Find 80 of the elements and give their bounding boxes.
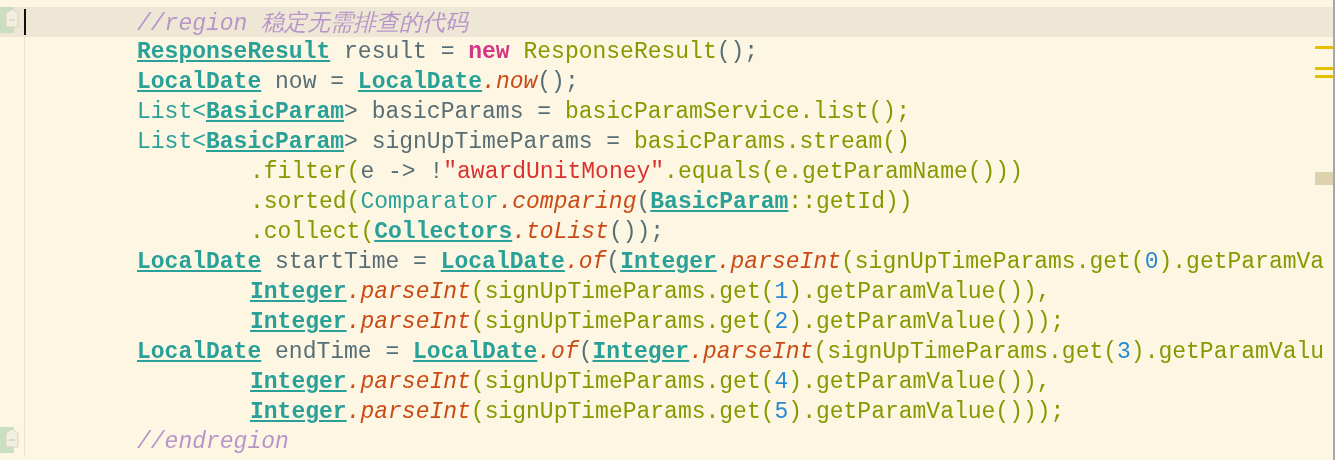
code-text: result =	[343, 39, 456, 65]
code-text: ::getId))	[788, 189, 913, 215]
fold-icon[interactable]	[0, 427, 20, 453]
type-name: LocalDate	[413, 339, 538, 365]
code-text: (signUpTimeParams.get(	[470, 399, 775, 425]
code-text: (	[636, 189, 651, 215]
code-text: .collect(	[250, 219, 375, 245]
warning-marker[interactable]	[1315, 46, 1333, 49]
code-text: ).getParamValu	[1130, 339, 1325, 365]
class-name: Comparator	[360, 189, 499, 215]
number-literal: 0	[1144, 249, 1159, 275]
type-name: Integer	[250, 369, 347, 395]
string-literal: "awardUnitMoney"	[443, 159, 665, 185]
type-name: Integer	[250, 399, 347, 425]
method-name: .now	[482, 69, 538, 95]
code-text: endTime =	[274, 339, 401, 365]
code-text: (signUpTimeParams.get(	[470, 309, 775, 335]
code-text: > signUpTimeParams =	[344, 129, 622, 155]
comment-text: //region 稳定无需排查的代码	[137, 9, 469, 38]
type-name: LocalDate	[440, 249, 565, 275]
class-name: List<	[137, 129, 206, 155]
warning-marker[interactable]	[1315, 67, 1333, 70]
number-literal: 2	[774, 309, 789, 335]
type-name: LocalDate	[137, 339, 262, 365]
code-text: ();	[716, 39, 759, 65]
method-name: .toList	[512, 219, 609, 245]
method-name: .comparing	[498, 189, 637, 215]
code-text: .sorted(	[250, 189, 361, 215]
number-literal: 5	[774, 399, 789, 425]
method-name: .parseInt	[689, 339, 814, 365]
type-name: Integer	[592, 339, 690, 365]
type-name: LocalDate	[137, 69, 262, 95]
code-text: (signUpTimeParams.get(	[813, 339, 1118, 365]
type-name: BasicParam	[206, 129, 345, 155]
method-name: .parseInt	[346, 309, 471, 335]
code-text: ).getParamValue()));	[788, 399, 1065, 425]
code-text: startTime =	[274, 249, 428, 275]
method-name: .of	[564, 249, 607, 275]
keyword: new	[468, 39, 510, 65]
number-literal: 1	[774, 279, 789, 305]
comment-text: //endregion	[137, 429, 289, 455]
method-name: .parseInt	[716, 249, 841, 275]
type-name: LocalDate	[137, 249, 262, 275]
code-text: (signUpTimeParams.get(	[470, 279, 775, 305]
type-name: ResponseResult	[137, 39, 331, 65]
code-text: now =	[274, 69, 346, 95]
code-text: .equals(e.getParamName()))	[664, 159, 1023, 185]
method-name: .parseInt	[346, 399, 471, 425]
code-text: ());	[608, 219, 665, 245]
code-text: basicParamService.list();	[564, 99, 910, 125]
code-text: .filter(	[250, 159, 361, 185]
code-text: basicParams.stream()	[633, 129, 910, 155]
type-name: Integer	[620, 249, 717, 275]
code-text: (signUpTimeParams.get(	[841, 249, 1145, 275]
warning-marker[interactable]	[1315, 75, 1333, 78]
class-name: List<	[137, 99, 206, 125]
text-cursor	[24, 9, 26, 35]
number-literal: 4	[774, 369, 789, 395]
code-text: ();	[537, 69, 579, 95]
code-text: ).getParamVa	[1158, 249, 1325, 275]
code-text: ).getParamValue()));	[788, 309, 1065, 335]
code-text: ResponseResult	[522, 39, 717, 65]
number-literal: 3	[1117, 339, 1131, 365]
type-name: Integer	[250, 309, 347, 335]
type-name: LocalDate	[357, 69, 483, 95]
code-text: ).getParamValue()),	[788, 279, 1051, 305]
scroll-marker[interactable]	[1315, 172, 1333, 185]
type-name: BasicParam	[650, 189, 789, 215]
code-text: (	[606, 249, 621, 275]
code-text: > basicParams =	[344, 99, 553, 125]
type-name: BasicParam	[206, 99, 345, 125]
type-name: Collectors	[374, 219, 513, 245]
fold-icon[interactable]	[0, 7, 20, 33]
code-text: e -> !	[360, 159, 444, 185]
method-name: .parseInt	[346, 369, 471, 395]
type-name: Integer	[250, 279, 347, 305]
code-text: (signUpTimeParams.get(	[470, 369, 775, 395]
method-name: .of	[537, 339, 579, 365]
method-name: .parseInt	[346, 279, 471, 305]
code-text: ).getParamValue()),	[788, 369, 1051, 395]
